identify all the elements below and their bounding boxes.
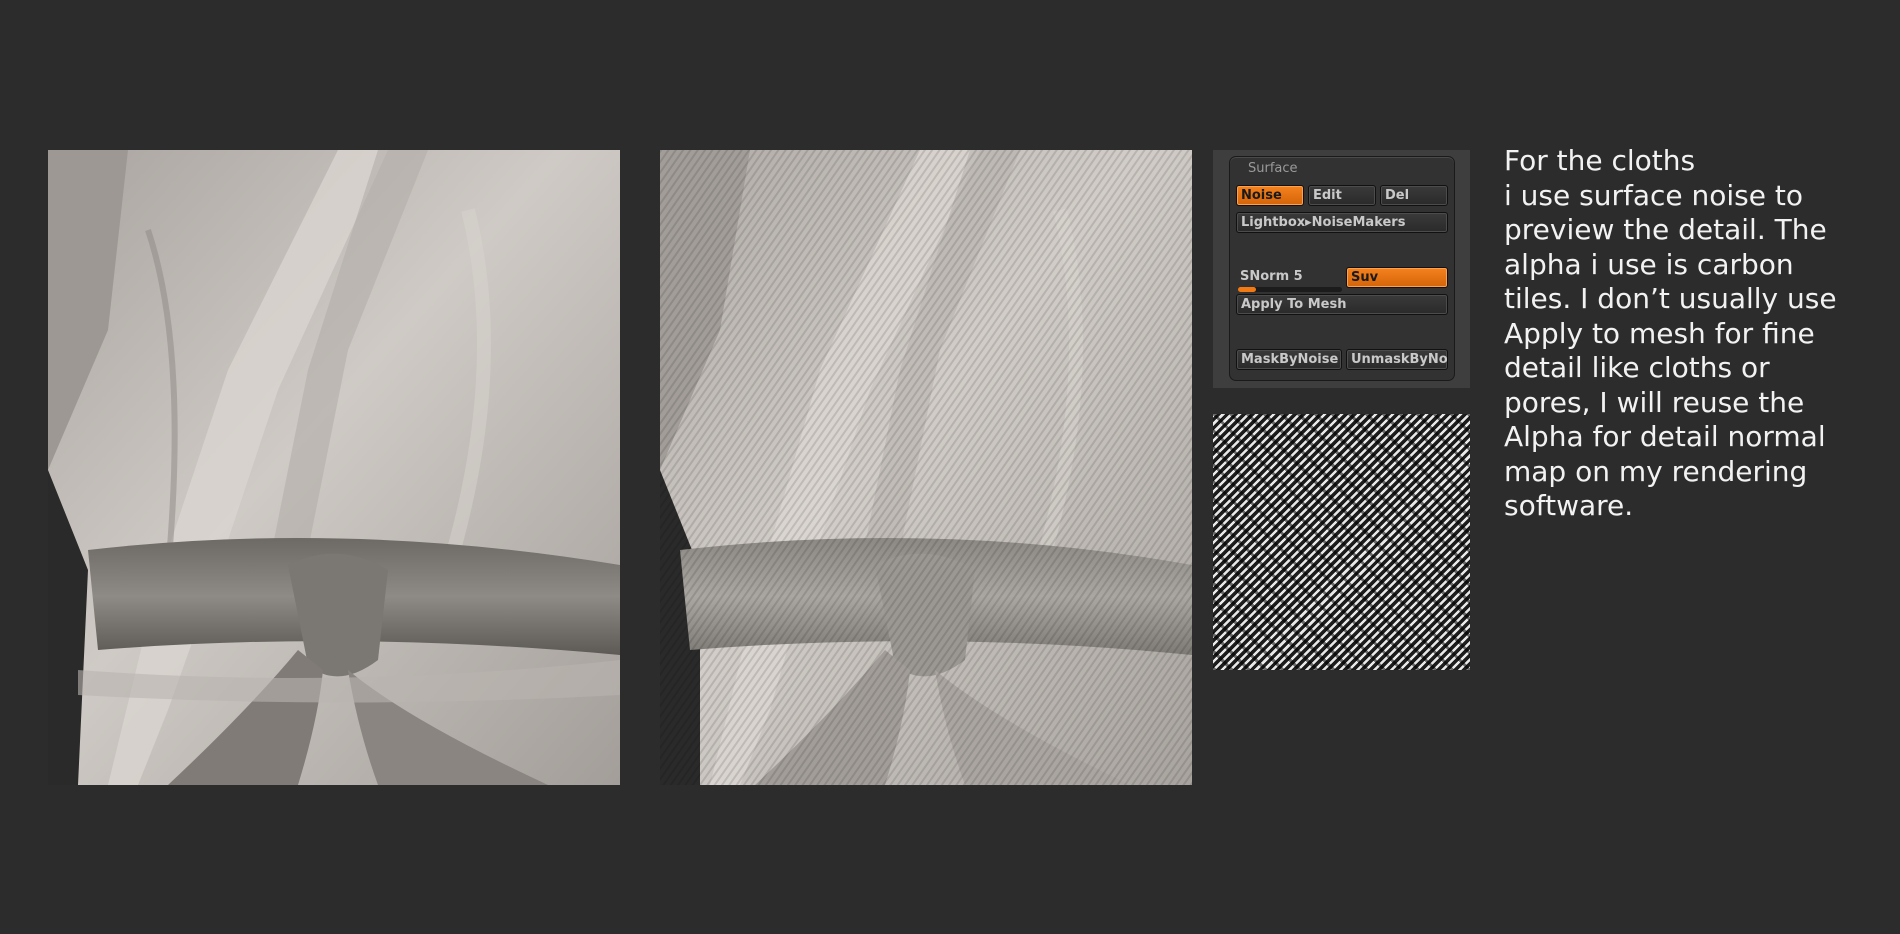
suv-button[interactable]: Suv	[1346, 267, 1448, 288]
robe-before-image	[48, 150, 620, 785]
note-line: preview the detail. The	[1504, 213, 1827, 246]
apply-to-mesh-button[interactable]: Apply To Mesh	[1236, 294, 1448, 315]
del-button[interactable]: Del	[1380, 185, 1448, 206]
snorm-slider[interactable]	[1238, 287, 1342, 292]
surface-panel-container: Surface Noise Edit Del Lightbox▸NoiseMak…	[1213, 150, 1470, 388]
surface-panel-title: Surface	[1248, 161, 1298, 176]
lightbox-noisemakers-button[interactable]: Lightbox▸NoiseMakers	[1236, 212, 1448, 233]
note-line: tiles. I don’t usually use	[1504, 282, 1837, 315]
mask-by-noise-button[interactable]: MaskByNoise	[1236, 349, 1342, 370]
note-line: i use surface noise to	[1504, 178, 1804, 212]
note-line: pores, I will reuse the	[1504, 385, 1805, 419]
carbon-tiles-alpha-icon	[1213, 414, 1470, 670]
note-line: alpha i use is carbon	[1504, 247, 1794, 281]
explanation-text: For the cloths i use surface noise to pr…	[1504, 144, 1894, 524]
edit-button[interactable]: Edit	[1308, 185, 1376, 206]
noise-button[interactable]: Noise	[1236, 185, 1304, 206]
robe-render-after	[660, 150, 1192, 785]
unmask-by-noise-button[interactable]: UnmaskByNo	[1346, 349, 1448, 370]
note-line: map on my rendering	[1504, 454, 1808, 488]
robe-after-image	[660, 150, 1192, 785]
robe-render-before	[48, 150, 620, 785]
note-line: Alpha for detail normal	[1504, 420, 1826, 453]
note-line: Apply to mesh for fine	[1504, 316, 1815, 350]
note-line: software.	[1504, 489, 1634, 522]
snorm-slider-fill	[1238, 287, 1256, 292]
note-line: For the cloths	[1504, 144, 1696, 177]
surface-panel: Surface Noise Edit Del Lightbox▸NoiseMak…	[1229, 156, 1455, 381]
note-line: detail like cloths or	[1504, 351, 1770, 384]
snorm-slider-label: SNorm 5	[1240, 269, 1303, 284]
